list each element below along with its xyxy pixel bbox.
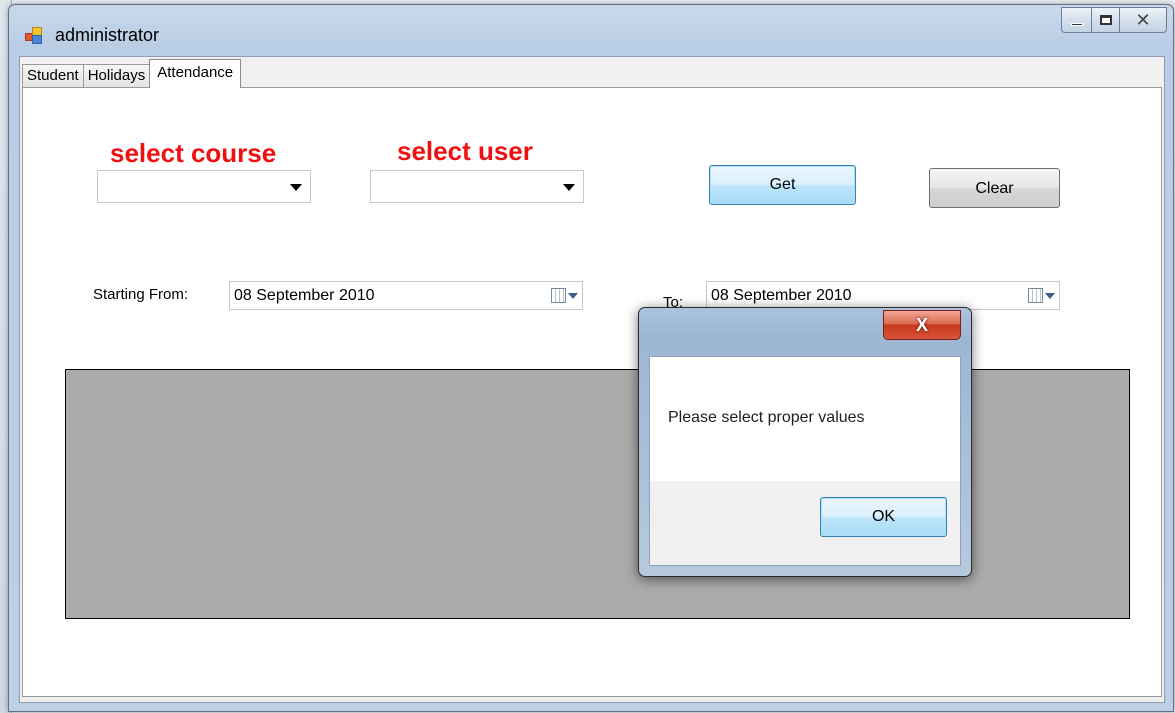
title-bar[interactable]: administrator ✕ xyxy=(9,5,1173,57)
end-date-picker[interactable]: 08 September 2010 xyxy=(706,281,1060,310)
select-course-label: select course xyxy=(110,138,277,168)
tab-strip: Student Holidays Attendance xyxy=(22,59,242,88)
chevron-down-icon xyxy=(1045,293,1055,299)
maximize-button[interactable] xyxy=(1091,7,1119,33)
main-window: administrator ✕ Student Holidays Attenda… xyxy=(8,4,1174,712)
starting-from-label: Starting From: xyxy=(93,286,189,303)
chevron-down-icon xyxy=(290,184,302,191)
attendance-tab-page: select course select user Get Clear Star… xyxy=(22,87,1162,697)
course-combobox[interactable] xyxy=(97,170,311,203)
minimize-icon xyxy=(1070,22,1083,26)
message-dialog: X Please select proper values OK xyxy=(638,307,972,577)
get-button[interactable]: Get xyxy=(709,165,856,205)
start-date-value: 08 September 2010 xyxy=(234,287,375,304)
window-title: administrator xyxy=(55,25,160,45)
tab-attendance[interactable]: Attendance xyxy=(149,59,242,88)
user-combobox[interactable] xyxy=(370,170,584,203)
tab-student[interactable]: Student xyxy=(22,64,84,88)
caption-buttons: ✕ xyxy=(1061,7,1167,33)
tab-holidays[interactable]: Holidays xyxy=(82,64,151,88)
clear-button[interactable]: Clear xyxy=(929,168,1060,208)
dialog-body: Please select proper values OK xyxy=(649,356,961,566)
chevron-down-icon xyxy=(563,184,575,191)
close-icon: ✕ xyxy=(1135,9,1151,30)
maximize-icon xyxy=(1099,15,1112,25)
client-area: Student Holidays Attendance select cours… xyxy=(19,56,1165,703)
close-icon: X xyxy=(915,315,928,335)
minimize-button[interactable] xyxy=(1061,7,1091,33)
close-button[interactable]: ✕ xyxy=(1119,7,1167,33)
calendar-icon xyxy=(551,288,566,303)
end-date-value: 08 September 2010 xyxy=(711,287,852,304)
select-user-label: select user xyxy=(397,136,533,166)
ok-button[interactable]: OK xyxy=(820,497,947,537)
calendar-icon xyxy=(1028,288,1043,303)
dialog-message: Please select proper values xyxy=(668,409,865,426)
chevron-down-icon xyxy=(568,293,578,299)
app-icon xyxy=(25,27,43,45)
start-date-picker[interactable]: 08 September 2010 xyxy=(229,281,583,310)
dialog-close-button[interactable]: X xyxy=(883,310,961,340)
